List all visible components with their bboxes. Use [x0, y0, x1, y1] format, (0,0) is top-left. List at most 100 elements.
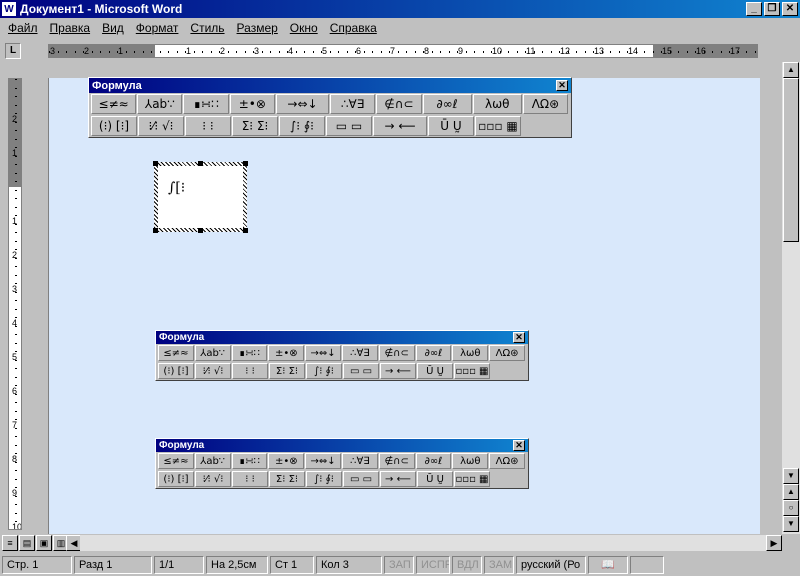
menu-size[interactable]: Размер — [231, 21, 284, 35]
greek-lower-palette-button[interactable]: λωθ — [472, 94, 522, 114]
fraction-radical-template-button[interactable]: ⁝⁄⁝ √⁝ — [138, 116, 184, 136]
spaces-palette-button[interactable]: ⅄ab∵ — [194, 453, 231, 469]
horizontal-ruler[interactable]: 3 2 1 1 2 3 4 5 6 7 8 9 10 11 12 13 14 15 16 17 — [48, 44, 758, 58]
embellishments-palette-button[interactable]: ∎∺∷ — [231, 345, 268, 361]
close-button[interactable]: ✕ — [782, 2, 798, 16]
spaces-palette-button[interactable]: ⅄ab∵ — [194, 345, 231, 361]
arrows-palette-button[interactable]: →⇔↓ — [305, 345, 341, 361]
relations-palette-button[interactable]: ≤≠≈ — [91, 94, 137, 114]
formula-toolbar-titlebar[interactable]: Формула ✕ — [156, 331, 528, 344]
browse-object-icon[interactable]: ○ — [783, 500, 799, 516]
matrix-template-button[interactable]: ▫▫▫ ▦ — [475, 116, 521, 136]
formula-toolbar-close-button[interactable]: ✕ — [513, 332, 525, 343]
formula-toolbar-close-button[interactable]: ✕ — [556, 80, 568, 91]
relations-palette-button[interactable]: ≤≠≈ — [158, 345, 194, 361]
menu-file[interactable]: Файл — [2, 21, 44, 35]
logic-palette-button[interactable]: ∴∀∃ — [341, 345, 378, 361]
vertical-scroll-thumb[interactable] — [783, 78, 799, 242]
print-layout-view-icon[interactable]: ▣ — [36, 535, 52, 551]
set-theory-palette-button[interactable]: ∉∩⊂ — [378, 453, 415, 469]
summation-template-button[interactable]: Σ⁝ Σ⁝ — [269, 363, 305, 379]
bar-template-button[interactable]: ▭ ▭ — [343, 363, 379, 379]
set-theory-palette-button[interactable]: ∉∩⊂ — [376, 94, 422, 114]
misc-symbols-palette-button[interactable]: ∂∞ℓ — [422, 94, 472, 114]
products-template-button[interactable]: Ū Ṵ — [417, 363, 453, 379]
relations-palette-button[interactable]: ≤≠≈ — [158, 453, 194, 469]
status-overtype[interactable]: ЗАМ — [484, 556, 514, 574]
scroll-up-arrow-icon[interactable]: ▲ — [783, 62, 799, 78]
bar-template-button[interactable]: ▭ ▭ — [343, 471, 379, 487]
scroll-right-arrow-icon[interactable]: ▶ — [766, 535, 782, 551]
fences-template-button[interactable]: (⁝) [⁝] — [91, 116, 137, 136]
greek-upper-palette-button[interactable]: ΛΩ⊛ — [489, 345, 525, 361]
status-track-changes[interactable]: ИСПР — [416, 556, 450, 574]
greek-upper-palette-button[interactable]: ΛΩ⊛ — [522, 94, 569, 114]
spaces-palette-button[interactable]: ⅄ab∵ — [137, 94, 183, 114]
labeled-arrow-template-button[interactable]: → ⟵ — [380, 471, 416, 487]
fences-template-button[interactable]: (⁝) [⁝] — [158, 471, 194, 487]
resize-handle-t[interactable] — [198, 161, 203, 166]
resize-handle-b[interactable] — [198, 228, 203, 233]
menu-format[interactable]: Формат — [130, 21, 185, 35]
tab-selector-button[interactable]: L — [5, 43, 21, 59]
logic-palette-button[interactable]: ∴∀∃ — [341, 453, 378, 469]
normal-view-icon[interactable]: ≡ — [2, 535, 18, 551]
arrows-palette-button[interactable]: →⇔↓ — [305, 453, 341, 469]
status-record-macro[interactable]: ЗАП — [384, 556, 414, 574]
integral-template-button[interactable]: ∫⁝ ∮⁝ — [279, 116, 325, 136]
formula-toolbar-close-button[interactable]: ✕ — [513, 440, 525, 451]
subscript-template-button[interactable]: ⁝ ⁝ — [232, 471, 268, 487]
spelling-book-icon[interactable]: 📖 — [588, 556, 628, 574]
equation-object[interactable] — [158, 166, 243, 228]
matrix-template-button[interactable]: ▫▫▫ ▦ — [454, 363, 490, 379]
resize-handle-tr[interactable] — [243, 161, 248, 166]
misc-symbols-palette-button[interactable]: ∂∞ℓ — [415, 345, 452, 361]
summation-template-button[interactable]: Σ⁝ Σ⁝ — [269, 471, 305, 487]
operators-palette-button[interactable]: ±•⊗ — [268, 345, 305, 361]
greek-lower-palette-button[interactable]: λωθ — [452, 453, 489, 469]
labeled-arrow-template-button[interactable]: → ⟵ — [373, 116, 427, 136]
greek-upper-palette-button[interactable]: ΛΩ⊛ — [489, 453, 525, 469]
subscript-template-button[interactable]: ⁝ ⁝ — [232, 363, 268, 379]
operators-palette-button[interactable]: ±•⊗ — [229, 94, 275, 114]
misc-symbols-palette-button[interactable]: ∂∞ℓ — [415, 453, 452, 469]
set-theory-palette-button[interactable]: ∉∩⊂ — [378, 345, 415, 361]
arrows-palette-button[interactable]: →⇔↓ — [275, 94, 330, 114]
status-extend-selection[interactable]: ВДЛ — [452, 556, 482, 574]
menu-help[interactable]: Справка — [324, 21, 383, 35]
resize-handle-bl[interactable] — [153, 228, 158, 233]
minimize-button[interactable]: _ — [746, 2, 762, 16]
equation-content[interactable]: ∫[⁝ — [168, 180, 185, 196]
greek-lower-palette-button[interactable]: λωθ — [452, 345, 489, 361]
vertical-scrollbar[interactable]: ▲ ▼ ▲ ○ ▼ — [782, 62, 800, 534]
formula-toolbar-titlebar[interactable]: Формула ✕ — [156, 439, 528, 452]
integral-template-button[interactable]: ∫⁝ ∮⁝ — [306, 471, 342, 487]
status-language[interactable]: русский (Ро — [516, 556, 586, 574]
integral-template-button[interactable]: ∫⁝ ∮⁝ — [306, 363, 342, 379]
next-page-icon[interactable]: ▼ — [783, 516, 799, 532]
menu-edit[interactable]: Правка — [44, 21, 97, 35]
formula-toolbar-titlebar[interactable]: Формула ✕ — [89, 78, 571, 93]
menu-window[interactable]: Окно — [284, 21, 324, 35]
products-template-button[interactable]: Ū Ṵ — [428, 116, 474, 136]
logic-palette-button[interactable]: ∴∀∃ — [330, 94, 376, 114]
bar-template-button[interactable]: ▭ ▭ — [326, 116, 372, 136]
fences-template-button[interactable]: (⁝) [⁝] — [158, 363, 194, 379]
resize-handle-tl[interactable] — [153, 161, 158, 166]
embellishments-palette-button[interactable]: ∎∺∷ — [231, 453, 268, 469]
labeled-arrow-template-button[interactable]: → ⟵ — [380, 363, 416, 379]
fraction-radical-template-button[interactable]: ⁝⁄⁝ √⁝ — [195, 471, 231, 487]
embellishments-palette-button[interactable]: ∎∺∷ — [183, 94, 229, 114]
scroll-down-arrow-icon[interactable]: ▼ — [783, 468, 799, 484]
matrix-template-button[interactable]: ▫▫▫ ▦ — [454, 471, 490, 487]
web-layout-view-icon[interactable]: ▤ — [19, 535, 35, 551]
summation-template-button[interactable]: Σ⁝ Σ⁝ — [232, 116, 278, 136]
resize-handle-br[interactable] — [243, 228, 248, 233]
menu-view[interactable]: Вид — [96, 21, 130, 35]
vertical-ruler[interactable]: 2 1 1 2 3 4 5 6 7 8 9 10 — [8, 78, 22, 530]
horizontal-scrollbar[interactable] — [80, 535, 766, 551]
operators-palette-button[interactable]: ±•⊗ — [268, 453, 305, 469]
previous-page-icon[interactable]: ▲ — [783, 484, 799, 500]
fraction-radical-template-button[interactable]: ⁝⁄⁝ √⁝ — [195, 363, 231, 379]
menu-style[interactable]: Стиль — [184, 21, 230, 35]
